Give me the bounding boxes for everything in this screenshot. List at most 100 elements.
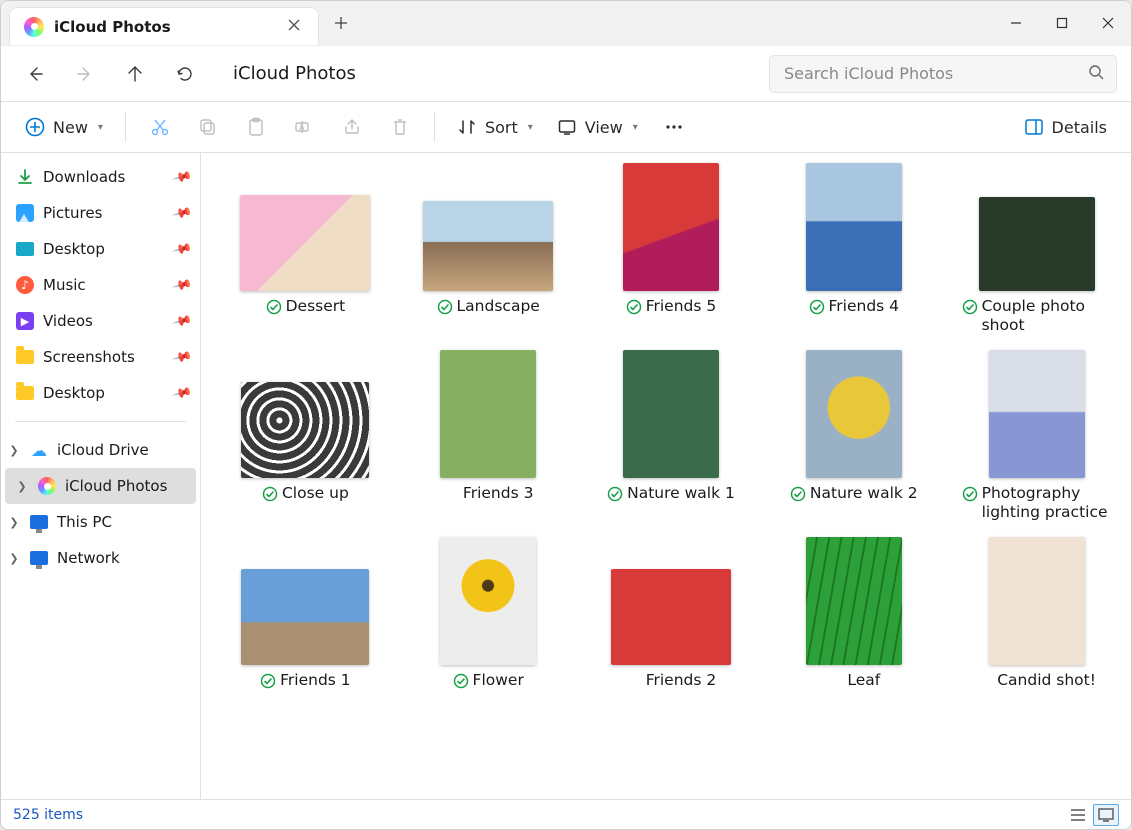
thumbnail [806,537,902,665]
sidebar-quick-item[interactable]: Screenshots📌 [1,339,200,375]
app-window: iCloud Photos iCloud Photos [0,0,1132,830]
sidebar-item-label: iCloud Photos [65,477,167,495]
active-tab[interactable]: iCloud Photos [9,7,319,45]
sidebar-quick-item[interactable]: Desktop📌 [1,231,200,267]
details-pane-icon [1024,117,1044,137]
search-icon [1088,64,1104,84]
chevron-right-icon[interactable]: ❯ [7,444,21,457]
monitor-icon [29,548,49,568]
sidebar-item-label: Videos [43,312,93,330]
list-view-button[interactable] [1065,804,1091,826]
share-icon [342,117,362,137]
grid-item[interactable]: Friends 2 [595,537,748,690]
delete-button[interactable] [378,111,422,143]
sidebar-quick-item[interactable]: Pictures📌 [1,195,200,231]
grid-item[interactable]: Friends 1 [229,537,382,693]
new-button[interactable]: New ▾ [15,111,113,143]
refresh-button[interactable] [165,54,205,94]
separator [125,112,126,142]
sidebar-quick-item[interactable]: ▶ Videos 📌 [1,303,200,339]
item-caption: Friends 4 [809,297,900,319]
more-button[interactable] [652,111,696,143]
search-box[interactable] [769,55,1117,93]
grid-item[interactable]: Couple photo shoot [960,163,1113,336]
sync-check-icon [262,486,278,506]
folder-icon [15,383,35,403]
sync-check-icon [962,299,978,319]
copy-button[interactable] [186,111,230,143]
item-label: Friends 3 [463,484,534,503]
grid-item[interactable]: Photography lighting practice [960,350,1113,523]
sidebar-tree-item[interactable]: ❯☁iCloud Drive [1,432,200,468]
grid-item[interactable]: Friends 5 [595,163,748,319]
grid-item[interactable]: Leaf [777,537,930,690]
videos-icon: ▶ [15,311,35,331]
forward-button[interactable] [65,54,105,94]
thumbnail [989,537,1085,665]
thumbnail [623,163,719,291]
sidebar-item-label: Network [57,549,120,567]
sidebar-item-label: Pictures [43,204,102,222]
item-label: Flower [473,671,524,690]
desktop-icon [15,239,35,259]
item-caption: Friends 2 [626,671,717,690]
sidebar-item-label: Desktop [43,384,105,402]
sidebar-quick-item[interactable]: ♪Music📌 [1,267,200,303]
sidebar-quick-item[interactable]: Desktop📌 [1,375,200,411]
rename-icon: A [294,117,314,137]
thumbnail [623,350,719,478]
rename-button[interactable]: A [282,111,326,143]
grid-item[interactable]: Close up [229,350,382,506]
grid-item[interactable]: Friends 3 [412,350,565,503]
back-button[interactable] [15,54,55,94]
grid-item[interactable]: Landscape [412,163,565,319]
folder-icon [15,347,35,367]
thumbnail [806,350,902,478]
close-window-button[interactable] [1085,1,1131,45]
sidebar-tree-item[interactable]: ❯ iCloud Photos [5,468,196,504]
view-label: View [585,118,623,137]
maximize-button[interactable] [1039,1,1085,45]
search-input[interactable] [782,63,1088,84]
navbar: iCloud Photos [1,45,1131,101]
new-tab-button[interactable] [319,1,363,45]
status-bar: 525 items [1,799,1131,829]
view-button[interactable]: View ▾ [547,111,648,143]
up-button[interactable] [115,54,155,94]
item-caption: Friends 3 [443,484,534,503]
titlebar: iCloud Photos [1,1,1131,45]
close-tab-button[interactable] [284,15,304,39]
sidebar-tree-item[interactable]: ❯This PC [1,504,200,540]
cut-button[interactable] [138,111,182,143]
grid-item[interactable]: Nature walk 1 [595,350,748,506]
content-area[interactable]: Dessert Landscape Friends 5 Friends 4 Couple… [201,153,1131,799]
grid-item[interactable]: Candid shot! [960,537,1113,690]
grid-item[interactable]: Flower [412,537,565,693]
pin-icon: 📌 [171,310,193,331]
sort-label: Sort [485,118,518,137]
sidebar-quick-item[interactable]: Downloads📌 [1,159,200,195]
item-label: Couple photo shoot [982,297,1112,336]
item-caption: Friends 5 [626,297,717,319]
chevron-right-icon[interactable]: ❯ [7,552,21,565]
share-button[interactable] [330,111,374,143]
grid-view-button[interactable] [1093,804,1119,826]
sidebar-item-label: Downloads [43,168,125,186]
grid-item[interactable]: Nature walk 2 [777,350,930,506]
chevron-right-icon[interactable]: ❯ [7,516,21,529]
sync-check-icon [266,299,282,319]
details-pane-button[interactable]: Details [1014,111,1117,143]
chevron-down-icon: ▾ [98,122,103,133]
item-caption: Landscape [437,297,540,319]
item-label: Photography lighting practice [982,484,1112,523]
sidebar-tree-item[interactable]: ❯ Network [1,540,200,576]
minimize-button[interactable] [993,1,1039,45]
address-bar[interactable]: iCloud Photos [215,63,665,84]
grid-item[interactable]: Dessert [229,163,382,319]
grid-item[interactable]: Friends 4 [777,163,930,319]
sort-button[interactable]: Sort ▾ [447,111,543,143]
paste-button[interactable] [234,111,278,143]
chevron-right-icon[interactable]: ❯ [15,480,29,493]
sidebar[interactable]: Downloads📌Pictures📌Desktop📌♪Music📌▶Video… [1,153,201,799]
thumbnail [806,163,902,291]
